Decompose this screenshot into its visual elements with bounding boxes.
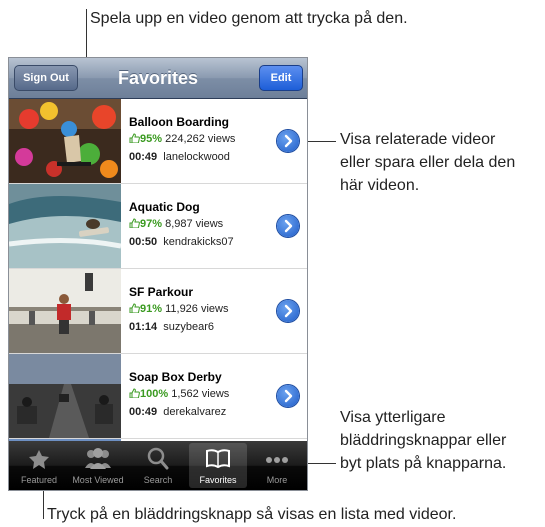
callout-more-line2: bläddringsknappar eller [340, 432, 507, 449]
video-meta: 00:49 derekalvarez [129, 406, 226, 418]
chevron-right-icon [284, 389, 293, 403]
video-title: SF Parkour [129, 285, 194, 299]
callout-more-line3: byt plats på knapparna. [340, 455, 507, 472]
video-views: 8,987 views [165, 218, 224, 230]
video-title: Soap Box Derby [129, 370, 222, 384]
tab-label: Favorites [199, 475, 237, 485]
video-row-balloon-boarding[interactable]: Balloon Boarding 95% 224,262 views 00:49… [9, 99, 307, 184]
video-thumbnail[interactable] [9, 184, 121, 268]
video-title: Balloon Boarding [129, 115, 229, 129]
sign-out-button[interactable]: Sign Out [14, 65, 78, 91]
detail-disclosure-button[interactable] [277, 130, 299, 152]
tab-most-viewed[interactable]: Most Viewed [69, 443, 127, 488]
thumbs-up-icon [129, 218, 140, 228]
callout-more-line1: Visa ytterligare [340, 409, 446, 426]
phone-screen: Favorites Sign Out Edit Balloon Boarding… [8, 57, 308, 491]
callout-related-line2: eller spara eller dela den [340, 154, 516, 171]
search-icon [129, 446, 187, 472]
video-stats: 95% 224,262 views [129, 133, 235, 145]
thumbs-up-icon [129, 133, 140, 143]
chevron-right-icon [284, 304, 293, 318]
detail-disclosure-button[interactable] [277, 215, 299, 237]
callout-related-line1: Visa relaterade videor [340, 131, 496, 148]
callout-related-line3: här videon. [340, 177, 420, 194]
video-thumbnail[interactable] [9, 99, 121, 183]
video-views: 224,262 views [165, 133, 236, 145]
video-duration: 00:50 [129, 236, 158, 248]
video-duration: 01:14 [129, 321, 158, 333]
video-user: suzybear6 [163, 321, 215, 333]
chevron-right-icon [284, 134, 293, 148]
video-stats: 100% 1,562 views [129, 388, 229, 400]
video-thumbnail[interactable] [9, 269, 121, 353]
video-rating: 100% [140, 388, 169, 400]
video-meta: 00:50 kendrakicks07 [129, 236, 234, 248]
video-views: 11,926 views [165, 303, 229, 315]
tab-label: Most Viewed [72, 475, 124, 485]
tab-more[interactable]: More [248, 443, 306, 488]
video-user: kendrakicks07 [163, 236, 234, 248]
video-duration: 00:49 [129, 151, 158, 163]
tab-label: Search [143, 475, 173, 485]
thumbs-up-icon [129, 388, 140, 398]
video-user: derekalvarez [163, 406, 227, 418]
most-viewed-icon [69, 446, 127, 472]
video-duration: 00:49 [129, 406, 158, 418]
video-thumbnail[interactable] [9, 354, 121, 438]
navigation-bar: Favorites Sign Out Edit [9, 58, 307, 99]
video-user: lanelockwood [163, 151, 230, 163]
video-row-sf-parkour[interactable]: SF Parkour 91% 11,926 views 01:14 suzybe… [9, 269, 307, 354]
callout-line-bottom [43, 487, 44, 519]
video-rating: 95% [140, 133, 163, 145]
chevron-right-icon [284, 219, 293, 233]
video-meta: 00:49 lanelockwood [129, 151, 230, 163]
favorites-icon [189, 446, 247, 472]
video-rating: 97% [140, 218, 163, 230]
more-icon [248, 446, 306, 472]
detail-disclosure-button[interactable] [277, 385, 299, 407]
video-stats: 97% 8,987 views [129, 218, 223, 230]
tab-label: More [266, 475, 288, 485]
edit-button[interactable]: Edit [259, 65, 303, 91]
tab-favorites[interactable]: Favorites [189, 443, 247, 488]
video-row-aquatic-dog[interactable]: Aquatic Dog 97% 8,987 views 00:50 kendra… [9, 184, 307, 269]
detail-disclosure-button[interactable] [277, 300, 299, 322]
video-title: Aquatic Dog [129, 200, 200, 214]
tab-label: Featured [20, 475, 58, 485]
video-rating: 91% [140, 303, 163, 315]
tab-featured[interactable]: Featured [10, 443, 68, 488]
video-views: 1,562 views [171, 388, 230, 400]
video-stats: 91% 11,926 views [129, 303, 228, 315]
featured-icon [10, 446, 68, 472]
tab-search[interactable]: Search [129, 443, 187, 488]
video-row-soap-box-derby[interactable]: Soap Box Derby 100% 1,562 views 00:49 de… [9, 354, 307, 439]
tab-bar: Featured Most Viewed Search Favorites Mo… [9, 441, 307, 490]
callout-browse-buttons: Tryck på en bläddringsknapp så visas en … [47, 506, 457, 523]
callout-play-video: Spela upp en video genom att trycka på d… [90, 10, 408, 27]
thumbs-up-icon [129, 303, 140, 313]
video-meta: 01:14 suzybear6 [129, 321, 214, 333]
